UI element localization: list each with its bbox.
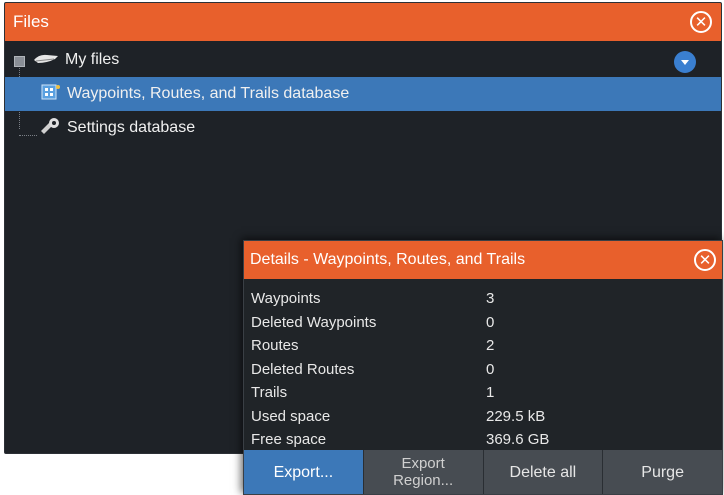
details-list: Waypoints 3 Deleted Waypoints 0 Routes 2… <box>251 287 549 452</box>
tree-item-label: My files <box>65 51 120 68</box>
database-icon <box>41 83 61 106</box>
detail-row: Deleted Routes 0 <box>251 358 549 382</box>
settings-icon <box>39 117 61 140</box>
purge-button[interactable]: Purge <box>602 450 722 494</box>
detail-label: Used space <box>251 407 331 425</box>
detail-value: 229.5 kB <box>486 407 546 425</box>
details-dialog: Details - Waypoints, Routes, and Trails … <box>243 240 723 495</box>
export-region-label: Export Region... <box>393 455 453 489</box>
delete-all-button[interactable]: Delete all <box>482 450 603 494</box>
export-region-button[interactable]: Export Region... <box>362 450 483 494</box>
tree-item-label: Waypoints, Routes, and Trails database <box>67 85 350 102</box>
file-tree: My files Waypoints, Routes, and Trails d… <box>5 43 721 145</box>
options-button[interactable] <box>674 51 696 73</box>
detail-label: Trails <box>251 384 288 402</box>
detail-row: Waypoints 3 <box>251 287 549 311</box>
detail-value: 1 <box>486 384 495 402</box>
expand-icon[interactable] <box>14 56 25 67</box>
detail-label: Free space <box>251 431 327 449</box>
detail-label: Deleted Routes <box>251 360 355 378</box>
export-region-line2: Region... <box>393 472 454 489</box>
detail-value: 0 <box>486 313 495 331</box>
detail-value: 0 <box>486 360 495 378</box>
detail-label: Deleted Waypoints <box>251 313 377 331</box>
tree-item-waypoints-database[interactable]: Waypoints, Routes, and Trails database <box>5 77 721 111</box>
export-button[interactable]: Export... <box>244 450 363 494</box>
close-icon: ✕ <box>694 13 708 31</box>
detail-value: 369.6 GB <box>486 431 550 449</box>
export-region-line1: Export <box>401 455 445 472</box>
detail-value: 2 <box>486 337 495 355</box>
detail-value: 3 <box>486 290 495 308</box>
tree-item-settings-database[interactable]: Settings database <box>5 111 721 145</box>
details-title-bar: Details - Waypoints, Routes, and Trails … <box>244 241 722 279</box>
detail-label: Routes <box>251 337 299 355</box>
folder-icon <box>33 51 59 70</box>
tree-item-label: Settings database <box>67 119 196 136</box>
dialog-button-bar: Export... Export Region... Delete all Pu… <box>244 450 722 494</box>
close-details-button[interactable]: ✕ <box>694 249 716 271</box>
detail-row: Trails 1 <box>251 381 549 405</box>
detail-row: Routes 2 <box>251 334 549 358</box>
details-title: Details - Waypoints, Routes, and Trails <box>250 251 526 268</box>
detail-row: Deleted Waypoints 0 <box>251 311 549 335</box>
detail-row: Used space 229.5 kB <box>251 405 549 429</box>
files-title-bar: Files ✕ <box>5 3 721 41</box>
close-files-button[interactable]: ✕ <box>690 11 712 33</box>
chevron-down-icon <box>681 59 689 65</box>
detail-label: Waypoints <box>251 290 321 308</box>
files-title: Files <box>13 12 49 31</box>
detail-row: Free space 369.6 GB <box>251 428 549 452</box>
close-icon: ✕ <box>698 251 712 269</box>
tree-item-my-files[interactable]: My files <box>5 43 721 77</box>
